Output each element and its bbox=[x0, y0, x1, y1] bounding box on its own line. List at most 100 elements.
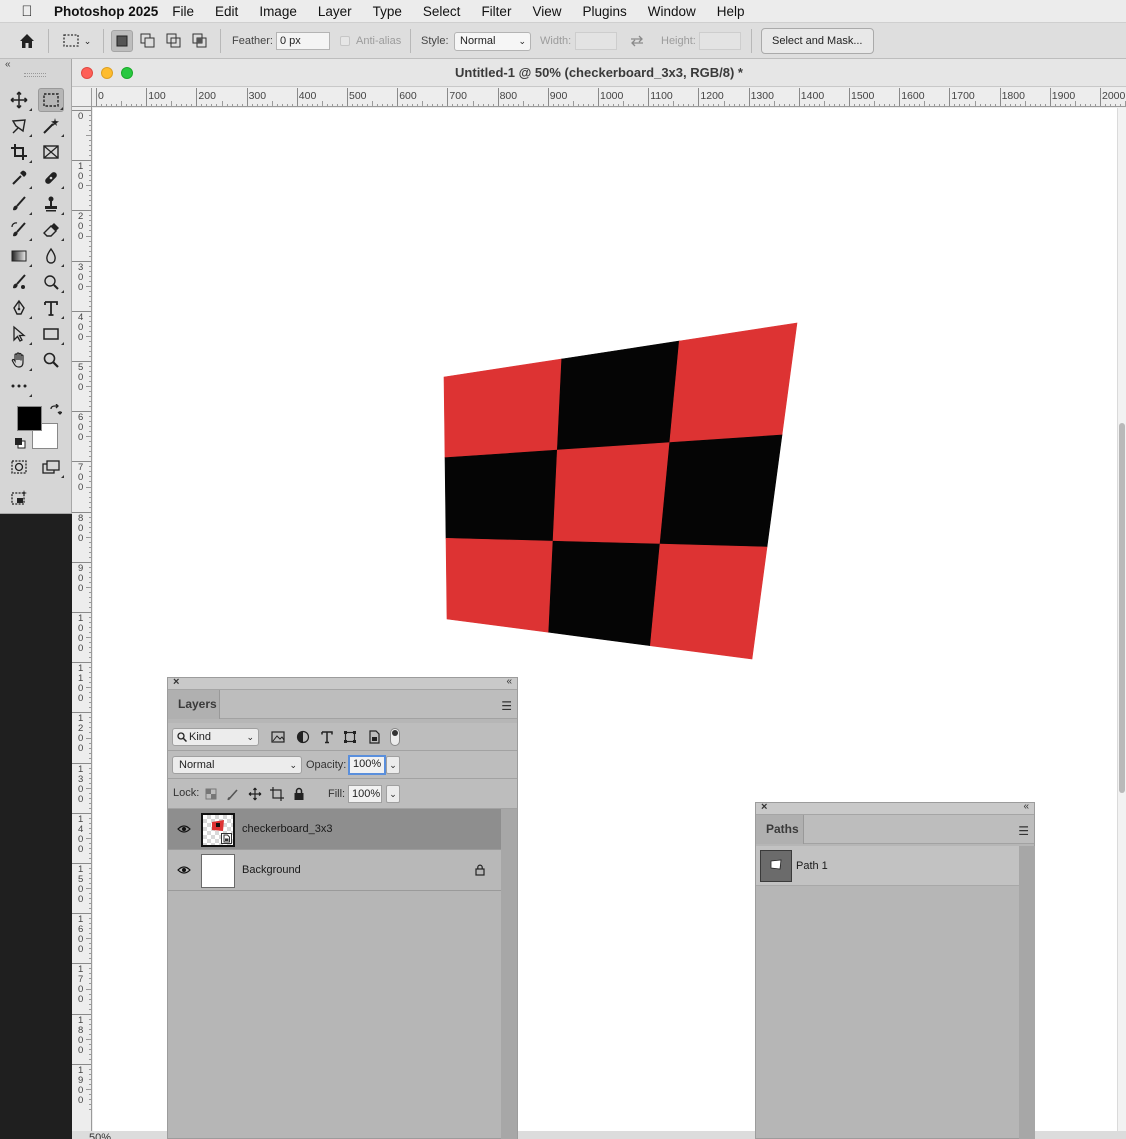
menu-image[interactable]: Image bbox=[259, 4, 297, 19]
lock-icon[interactable] bbox=[474, 864, 486, 876]
type-layer-filter-icon[interactable] bbox=[320, 730, 334, 747]
pixel-layer-filter-icon[interactable] bbox=[271, 730, 285, 747]
menu-layer[interactable]: Layer bbox=[318, 4, 352, 19]
menu-type[interactable]: Type bbox=[373, 4, 402, 19]
move-tool-icon[interactable] bbox=[6, 88, 32, 112]
opacity-input[interactable]: 100% bbox=[348, 755, 386, 775]
collapse-panel-icon[interactable]: « bbox=[1023, 801, 1029, 812]
filter-toggle[interactable] bbox=[390, 728, 400, 746]
layers-scrollbar[interactable] bbox=[501, 809, 517, 1139]
zoom-tool-icon[interactable] bbox=[38, 348, 64, 372]
blur-tool-icon[interactable] bbox=[38, 244, 64, 268]
generative-fill-icon[interactable] bbox=[6, 486, 32, 510]
tab-layers[interactable]: Layers bbox=[168, 690, 220, 719]
vertical-ruler[interactable]: 0 1 0 0 2 0 0 3 0 0 4 0 0 5 0 0 6 0 0 7 0 0 8 0 … bbox=[72, 107, 92, 1139]
app-menu[interactable]: Photoshop 2025 bbox=[54, 4, 158, 19]
filter-kind-select[interactable]: Kind ⌄ bbox=[172, 728, 259, 746]
gradient-tool-icon[interactable] bbox=[6, 244, 32, 268]
lock-position-icon[interactable] bbox=[248, 787, 262, 804]
swap-colors-icon[interactable] bbox=[48, 403, 63, 418]
vertical-scrollbar[interactable] bbox=[1117, 108, 1126, 1139]
lock-image-pixels-icon[interactable] bbox=[226, 787, 240, 804]
pen-tool-icon[interactable] bbox=[6, 296, 32, 320]
paths-scrollbar[interactable] bbox=[1019, 846, 1035, 1139]
panel-menu-icon[interactable]: ☰ bbox=[1018, 824, 1029, 838]
intersect-selection-icon[interactable] bbox=[189, 30, 211, 52]
mixer-brush-tool-icon[interactable] bbox=[6, 270, 32, 294]
antialias-checkbox[interactable] bbox=[340, 36, 350, 46]
hand-tool-icon[interactable] bbox=[6, 348, 32, 372]
panel-header[interactable]: × « bbox=[168, 676, 517, 690]
crop-tool-icon[interactable] bbox=[6, 140, 32, 164]
menu-select[interactable]: Select bbox=[423, 4, 461, 19]
collapse-panel-icon[interactable]: « bbox=[506, 676, 512, 687]
magic-wand-tool-icon[interactable] bbox=[38, 114, 64, 138]
add-to-selection-icon[interactable] bbox=[137, 30, 159, 52]
panel-menu-icon[interactable]: ☰ bbox=[501, 699, 512, 713]
swap-width-height-icon[interactable] bbox=[626, 30, 648, 52]
select-and-mask-button[interactable]: Select and Mask... bbox=[761, 28, 874, 54]
visibility-eye-icon[interactable] bbox=[177, 822, 191, 836]
collapse-panel-icon[interactable]: « bbox=[5, 59, 11, 70]
horizontal-ruler[interactable]: 0 100 200 300 400 500 600 700 800 900 1000 1100 1200… bbox=[92, 88, 1126, 107]
lock-all-icon[interactable] bbox=[292, 787, 306, 804]
feather-input[interactable]: 0 px bbox=[276, 32, 330, 50]
clone-stamp-tool-icon[interactable] bbox=[38, 192, 64, 216]
edit-toolbar-icon[interactable] bbox=[6, 374, 32, 398]
path-row[interactable]: Path 1 bbox=[756, 846, 1019, 886]
fill-dropdown[interactable]: ⌄ bbox=[386, 785, 400, 803]
ruler-minor-tick bbox=[89, 1018, 91, 1020]
menu-file[interactable]: File bbox=[172, 4, 194, 19]
quick-mask-icon[interactable] bbox=[6, 455, 32, 479]
blend-mode-select[interactable]: Normal ⌄ bbox=[172, 756, 302, 774]
lock-transparent-pixels-icon[interactable] bbox=[204, 787, 218, 804]
tool-preset-picker[interactable]: ⌄ bbox=[57, 30, 97, 52]
menu-help[interactable]: Help bbox=[717, 4, 745, 19]
style-select[interactable]: Normal ⌄ bbox=[454, 32, 531, 51]
opacity-dropdown[interactable]: ⌄ bbox=[386, 756, 400, 774]
history-brush-tool-icon[interactable] bbox=[6, 218, 32, 242]
width-input[interactable] bbox=[575, 32, 617, 50]
height-input[interactable] bbox=[699, 32, 741, 50]
eraser-tool-icon[interactable] bbox=[38, 218, 64, 242]
layer-row-background[interactable]: Background bbox=[168, 850, 501, 891]
fill-input[interactable]: 100% bbox=[348, 785, 382, 803]
close-panel-icon[interactable]: × bbox=[761, 801, 767, 813]
apple-menu-icon[interactable]:  bbox=[0, 3, 54, 20]
menu-filter[interactable]: Filter bbox=[481, 4, 511, 19]
menu-edit[interactable]: Edit bbox=[215, 4, 238, 19]
visibility-eye-icon[interactable] bbox=[177, 863, 191, 877]
smart-object-filter-icon[interactable] bbox=[367, 730, 381, 747]
rectangle-tool-icon[interactable] bbox=[38, 322, 64, 346]
foreground-color-swatch[interactable] bbox=[17, 406, 42, 431]
scrollbar-thumb[interactable] bbox=[1119, 423, 1125, 793]
layer-row-checkerboard[interactable]: checkerboard_3x3 bbox=[168, 809, 501, 850]
eyedropper-tool-icon[interactable] bbox=[6, 166, 32, 190]
dodge-tool-icon[interactable] bbox=[38, 270, 64, 294]
new-selection-icon[interactable] bbox=[111, 30, 133, 52]
frame-tool-icon[interactable] bbox=[38, 140, 64, 164]
close-panel-icon[interactable]: × bbox=[173, 676, 179, 688]
panel-header[interactable]: × « bbox=[756, 801, 1034, 815]
subtract-from-selection-icon[interactable] bbox=[163, 30, 185, 52]
zoom-level[interactable]: 50% bbox=[89, 1131, 111, 1139]
ruler-origin[interactable] bbox=[72, 88, 92, 107]
type-tool-icon[interactable] bbox=[38, 296, 64, 320]
healing-brush-tool-icon[interactable] bbox=[38, 166, 64, 190]
adjustment-layer-filter-icon[interactable] bbox=[296, 730, 310, 747]
tab-paths[interactable]: Paths bbox=[756, 815, 804, 844]
lasso-tool-icon[interactable] bbox=[6, 114, 32, 138]
screen-mode-icon[interactable] bbox=[38, 455, 64, 479]
menu-view[interactable]: View bbox=[532, 4, 561, 19]
lock-artboard-icon[interactable] bbox=[270, 787, 284, 804]
ruler-minor-tick bbox=[336, 104, 338, 106]
home-icon[interactable] bbox=[16, 30, 38, 52]
menu-plugins[interactable]: Plugins bbox=[582, 4, 626, 19]
brush-tool-icon[interactable] bbox=[6, 192, 32, 216]
panel-grip[interactable] bbox=[24, 73, 46, 77]
shape-layer-filter-icon[interactable] bbox=[343, 730, 357, 747]
default-colors-icon[interactable] bbox=[14, 437, 26, 449]
rectangular-marquee-tool-icon[interactable] bbox=[38, 88, 64, 112]
menu-window[interactable]: Window bbox=[648, 4, 696, 19]
path-selection-tool-icon[interactable] bbox=[6, 322, 32, 346]
